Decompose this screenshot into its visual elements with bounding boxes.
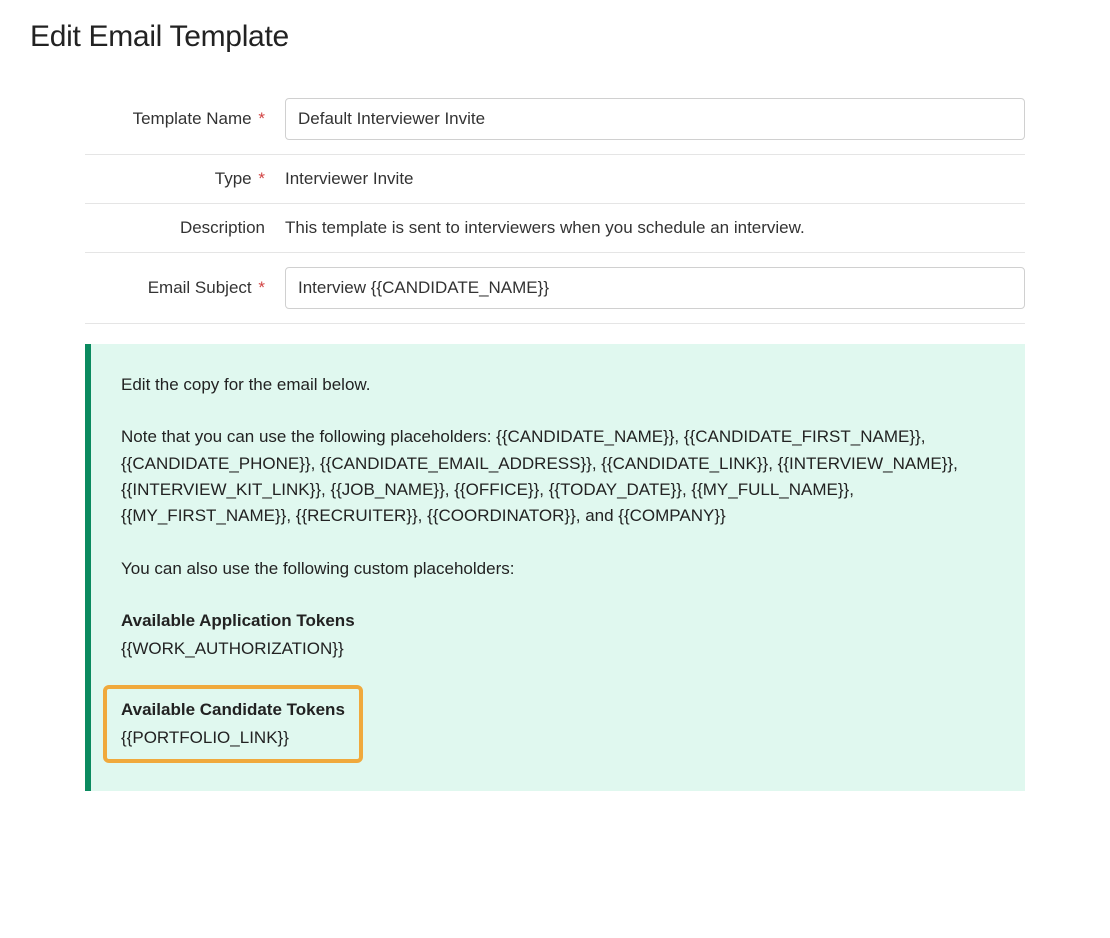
description-value: This template is sent to interviewers wh… [285,218,1025,238]
template-name-label-text: Template Name [133,109,252,128]
info-box: Edit the copy for the email below. Note … [85,344,1025,791]
candidate-tokens-header: Available Candidate Tokens [121,697,345,723]
type-row: Type * Interviewer Invite [85,155,1025,204]
template-name-row: Template Name * [85,84,1025,155]
application-tokens-header: Available Application Tokens [121,608,995,634]
candidate-tokens-value: {{PORTFOLIO_LINK}} [121,725,345,751]
template-name-label: Template Name * [85,109,285,129]
required-asterisk: * [258,278,265,297]
required-asterisk: * [258,169,265,188]
email-subject-input[interactable] [285,267,1025,309]
info-box-wrapper: Edit the copy for the email below. Note … [85,344,1025,791]
type-label: Type * [85,169,285,189]
application-tokens-value: {{WORK_AUTHORIZATION}} [121,636,995,662]
email-subject-label: Email Subject * [85,278,285,298]
description-label-text: Description [180,218,265,237]
form-section: Template Name * Type * Interviewer Invit… [85,84,1025,324]
custom-note: You can also use the following custom pl… [121,556,995,582]
description-row: Description This template is sent to int… [85,204,1025,253]
placeholders-note: Note that you can use the following plac… [121,424,995,529]
email-subject-row: Email Subject * [85,253,1025,324]
template-name-input[interactable] [285,98,1025,140]
email-subject-label-text: Email Subject [148,278,252,297]
highlight-box: Available Candidate Tokens {{PORTFOLIO_L… [103,685,363,764]
type-label-text: Type [215,169,252,188]
required-asterisk: * [258,109,265,128]
type-value: Interviewer Invite [285,169,1025,189]
info-intro: Edit the copy for the email below. [121,372,995,398]
page-title: Edit Email Template [30,20,1080,54]
description-label: Description [85,218,285,238]
